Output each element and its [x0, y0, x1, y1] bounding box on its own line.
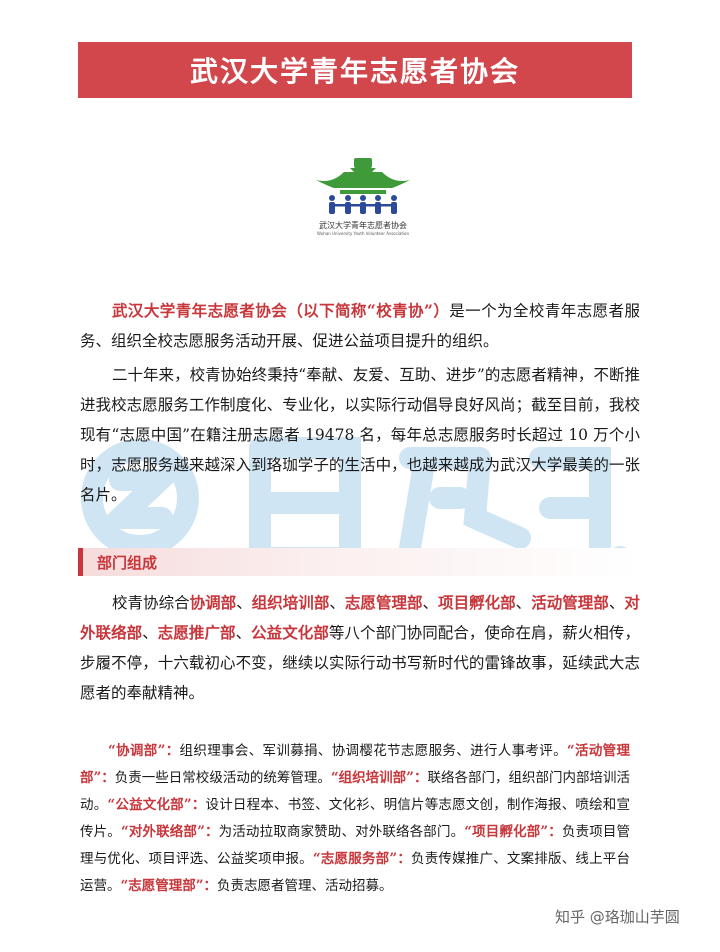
separator: 、: [235, 624, 252, 642]
intro-paragraph-2: 二十年来，校青协始终秉持“奉献、友爱、互助、进步”的志愿者精神，不断推进我校志愿…: [80, 366, 640, 504]
dept-name: 协调部: [189, 593, 237, 612]
dept-name: 公益文化部: [251, 623, 329, 642]
duty-name: “公益文化部”：: [107, 797, 206, 813]
dept-name: 项目孵化部: [438, 593, 516, 612]
separator: 、: [329, 594, 345, 612]
section-title: 部门组成: [97, 553, 158, 572]
duty-name: “组织培训部”：: [330, 770, 428, 786]
structure-paragraph: 校青协综合协调部、组织培训部、志愿管理部、项目孵化部、活动管理部、对外联络部、志…: [80, 588, 640, 708]
duty-name: “项目孵化部”：: [464, 824, 562, 840]
dept-name: 组织培训部: [251, 593, 330, 612]
zhihu-credit: 知乎 @珞珈山芋圆: [555, 908, 680, 926]
association-name-highlight: 武汉大学青年志愿者协会（以下简称“校青协”）: [112, 301, 450, 320]
separator: 、: [515, 594, 532, 612]
logo-english-name: Wuhan University Youth Volunteer Associa…: [316, 231, 410, 236]
duty-desc: 为活动拉取商家赞助、对外联络各部门。: [218, 824, 465, 840]
duty-desc: 组织理事会、军训募捐、协调樱花节志愿服务、进行人事考评。: [179, 743, 567, 759]
association-logo: 武汉大学青年志愿者协会 Wuhan University Youth Volun…: [302, 150, 424, 245]
duty-name: “志愿服务部”：: [312, 851, 412, 867]
page-title: 武汉大学青年志愿者协会: [78, 42, 632, 98]
duty-desc: 负责志愿者管理、活动招募。: [217, 878, 393, 894]
dept-name: 活动管理部: [531, 593, 609, 612]
separator: 、: [236, 594, 252, 612]
duty-desc: 负责一些日常校级活动的统筹管理。: [114, 770, 331, 786]
separator: 、: [608, 594, 625, 612]
department-duties: “协调部”：组织理事会、军训募捐、协调樱花节志愿服务、进行人事考评。“活动管理部…: [80, 738, 630, 900]
dept-name: 志愿推广部: [157, 623, 236, 642]
section-header-departments: 部门组成: [78, 548, 643, 576]
logo-chinese-name: 武汉大学青年志愿者协会: [319, 221, 407, 230]
dept-name: 志愿管理部: [344, 593, 423, 612]
separator: 、: [142, 624, 158, 642]
structure-lead: 校青协综合: [112, 594, 190, 612]
pavilion-logo-icon: [316, 158, 410, 214]
intro-paragraph-1: 武汉大学青年志愿者协会（以下简称“校青协”）是一个为全校青年志愿者服务、组织全校…: [80, 296, 640, 356]
duty-name: “志愿管理部”：: [120, 878, 218, 894]
duty-name: “协调部”：: [108, 743, 180, 759]
duty-name: “对外联络部”：: [120, 824, 219, 840]
separator: 、: [422, 594, 439, 612]
